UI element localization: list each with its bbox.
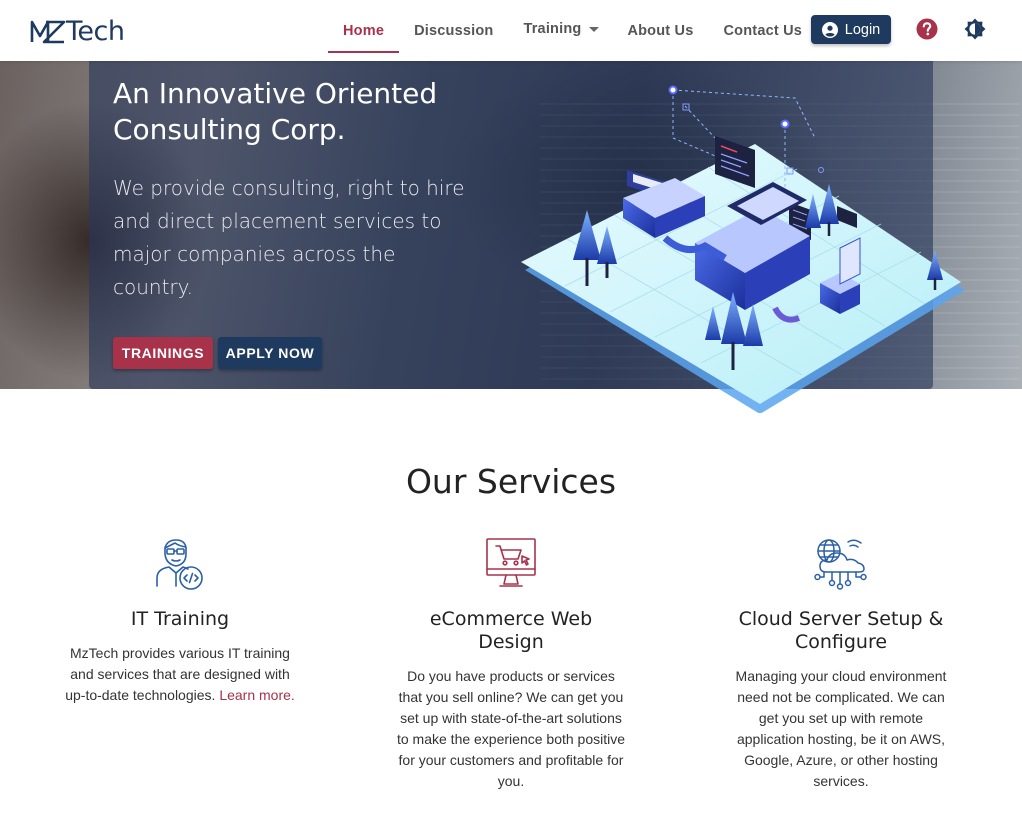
services-heading: Our Services <box>405 462 617 501</box>
service-card-it-training: IT Training MzTech provides various IT t… <box>65 536 295 706</box>
service-title: eCommerce Web Design <box>429 608 593 653</box>
nav-home-label: Home <box>343 22 385 39</box>
nav-discussion[interactable]: Discussion <box>399 0 508 61</box>
isometric-tech-illustration <box>521 85 965 413</box>
nav-training-label: Training <box>523 20 582 37</box>
login-label: Login <box>844 21 881 38</box>
logo-text: Tech <box>66 15 125 47</box>
trainings-button[interactable]: TRAININGS <box>113 337 213 369</box>
service-card-ecommerce: eCommerce Web Design Do you have product… <box>396 536 626 792</box>
chevron-down-icon <box>589 27 600 32</box>
cloud-network-icon <box>814 539 867 590</box>
main-nav: Home Discussion Training About Us Contac… <box>328 0 817 61</box>
account-circle-icon <box>821 21 838 38</box>
mztech-logo[interactable]: Tech <box>30 14 125 48</box>
developer-icon <box>156 539 203 590</box>
hero-title: An Innovative Oriented Consulting Corp. <box>113 77 438 146</box>
help-circle-icon[interactable] <box>916 18 938 40</box>
ecommerce-cart-icon <box>486 538 536 587</box>
nav-home[interactable]: Home <box>328 0 400 61</box>
service-title: IT Training <box>130 608 230 630</box>
nav-contact-label: Contact Us <box>723 22 803 39</box>
service-description: MzTech provides various IT training and … <box>65 643 295 706</box>
service-card-cloud-server: Cloud Server Setup & Configure Managing … <box>726 536 956 792</box>
brightness-icon[interactable] <box>963 17 987 41</box>
top-app-bar: Tech Home Discussion Training About Us C… <box>0 0 1022 61</box>
service-description: Do you have products or services that yo… <box>396 668 626 789</box>
login-button[interactable]: Login <box>811 15 891 44</box>
apply-now-button[interactable]: APPLY NOW <box>218 337 322 369</box>
hero-subtitle: We provide consulting, right to hire and… <box>113 176 465 299</box>
nav-about-us[interactable]: About Us <box>612 0 708 61</box>
learn-more-link[interactable]: Learn more. <box>219 687 294 703</box>
nav-about-label: About Us <box>627 22 694 39</box>
service-description: Managing your cloud environment need not… <box>735 668 947 789</box>
service-title: Cloud Server Setup & Configure <box>738 608 944 653</box>
nav-training-dropdown[interactable]: Training <box>508 0 612 59</box>
nav-contact-us[interactable]: Contact Us <box>709 0 818 61</box>
mz-logo-mark <box>30 20 66 44</box>
nav-discussion-label: Discussion <box>414 22 494 39</box>
